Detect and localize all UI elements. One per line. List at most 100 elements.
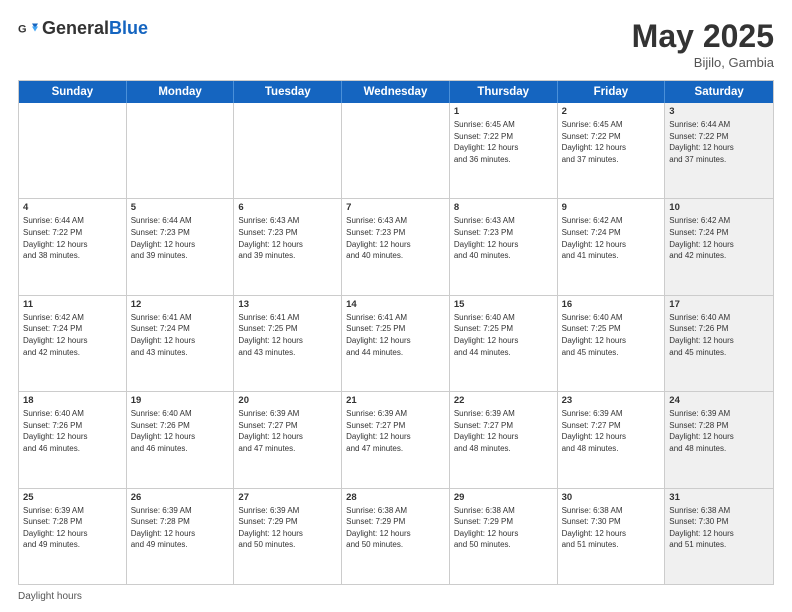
day-info: Sunrise: 6:38 AM Sunset: 7:29 PM Dayligh… [346, 505, 445, 551]
day-cell: 14Sunrise: 6:41 AM Sunset: 7:25 PM Dayli… [342, 296, 450, 391]
day-number: 7 [346, 202, 445, 213]
logo-blue: Blue [109, 18, 148, 38]
day-header-sunday: Sunday [19, 81, 127, 103]
day-info: Sunrise: 6:41 AM Sunset: 7:25 PM Dayligh… [238, 312, 337, 358]
logo-general: General [42, 18, 109, 38]
day-number: 31 [669, 492, 769, 503]
day-number: 10 [669, 202, 769, 213]
day-info: Sunrise: 6:40 AM Sunset: 7:26 PM Dayligh… [23, 408, 122, 454]
svg-text:G: G [18, 23, 27, 35]
day-number: 21 [346, 395, 445, 406]
day-info: Sunrise: 6:42 AM Sunset: 7:24 PM Dayligh… [562, 215, 661, 261]
week-row-5: 25 Sunrise: 6:39 AM Sunset: 7:28 PM Dayli… [19, 489, 773, 584]
day-cell: 4Sunrise: 6:44 AM Sunset: 7:22 PM Daylig… [19, 199, 127, 294]
day-info: Sunrise: 6:38 AM Sunset: 7:29 PM Dayligh… [454, 505, 553, 551]
day-number: 13 [238, 299, 337, 310]
logo-icon: G [18, 19, 38, 39]
day-number: 15 [454, 299, 553, 310]
day-cell: 18 Sunrise: 6:40 AM Sunset: 7:26 PM Dayli… [19, 392, 127, 487]
day-info: Sunrise: 6:40 AM Sunset: 7:25 PM Dayligh… [454, 312, 553, 358]
day-header-saturday: Saturday [665, 81, 773, 103]
day-number: 22 [454, 395, 553, 406]
day-number: 23 [562, 395, 661, 406]
day-info: Sunrise: 6:43 AM Sunset: 7:23 PM Dayligh… [454, 215, 553, 261]
day-info: Sunrise: 6:39 AM Sunset: 7:28 PM Dayligh… [23, 505, 122, 551]
day-number: 18 [23, 395, 122, 406]
day-number: 30 [562, 492, 661, 503]
day-cell: 31Sunrise: 6:38 AM Sunset: 7:30 PM Dayli… [665, 489, 773, 584]
day-info: Sunrise: 6:39 AM Sunset: 7:27 PM Dayligh… [454, 408, 553, 454]
day-info: Sunrise: 6:39 AM Sunset: 7:28 PM Dayligh… [669, 408, 769, 454]
day-cell: 20 Sunrise: 6:39 AM Sunset: 7:27 PM Dayli… [234, 392, 342, 487]
day-number: 6 [238, 202, 337, 213]
title-block: May 2025 Bijilo, Gambia [632, 18, 774, 70]
day-info: Sunrise: 6:38 AM Sunset: 7:30 PM Dayligh… [562, 505, 661, 551]
page: G GeneralBlue May 2025 Bijilo, Gambia Su… [0, 0, 792, 612]
day-number: 26 [131, 492, 230, 503]
week-row-2: 4Sunrise: 6:44 AM Sunset: 7:22 PM Daylig… [19, 199, 773, 295]
week-row-4: 18 Sunrise: 6:40 AM Sunset: 7:26 PM Dayli… [19, 392, 773, 488]
day-number: 24 [669, 395, 769, 406]
day-cell: 21 Sunrise: 6:39 AM Sunset: 7:27 PM Dayli… [342, 392, 450, 487]
day-info: Sunrise: 6:40 AM Sunset: 7:26 PM Dayligh… [131, 408, 230, 454]
day-cell: 5Sunrise: 6:44 AM Sunset: 7:23 PM Daylig… [127, 199, 235, 294]
day-info: Sunrise: 6:39 AM Sunset: 7:27 PM Dayligh… [346, 408, 445, 454]
header: G GeneralBlue May 2025 Bijilo, Gambia [18, 18, 774, 70]
day-number: 4 [23, 202, 122, 213]
day-number: 16 [562, 299, 661, 310]
day-cell: 30 Sunrise: 6:38 AM Sunset: 7:30 PM Dayli… [558, 489, 666, 584]
day-cell: 17 Sunrise: 6:40 AM Sunset: 7:26 PM Dayli… [665, 296, 773, 391]
calendar-location: Bijilo, Gambia [632, 55, 774, 70]
footer: Daylight hours [18, 591, 774, 602]
day-cell [234, 103, 342, 198]
day-info: Sunrise: 6:40 AM Sunset: 7:26 PM Dayligh… [669, 312, 769, 358]
day-cell: 1Sunrise: 6:45 AM Sunset: 7:22 PM Daylig… [450, 103, 558, 198]
day-cell: 6Sunrise: 6:43 AM Sunset: 7:23 PM Daylig… [234, 199, 342, 294]
day-cell: 13 Sunrise: 6:41 AM Sunset: 7:25 PM Dayli… [234, 296, 342, 391]
day-info: Sunrise: 6:41 AM Sunset: 7:25 PM Dayligh… [346, 312, 445, 358]
week-row-3: 11 Sunrise: 6:42 AM Sunset: 7:24 PM Dayli… [19, 296, 773, 392]
calendar-body: 1Sunrise: 6:45 AM Sunset: 7:22 PM Daylig… [19, 103, 773, 584]
day-info: Sunrise: 6:41 AM Sunset: 7:24 PM Dayligh… [131, 312, 230, 358]
day-cell: 10Sunrise: 6:42 AM Sunset: 7:24 PM Dayli… [665, 199, 773, 294]
day-cell [127, 103, 235, 198]
day-number: 25 [23, 492, 122, 503]
day-number: 8 [454, 202, 553, 213]
day-info: Sunrise: 6:39 AM Sunset: 7:29 PM Dayligh… [238, 505, 337, 551]
day-cell: 12 Sunrise: 6:41 AM Sunset: 7:24 PM Dayli… [127, 296, 235, 391]
day-cell: 19Sunrise: 6:40 AM Sunset: 7:26 PM Dayli… [127, 392, 235, 487]
day-number: 20 [238, 395, 337, 406]
day-info: Sunrise: 6:40 AM Sunset: 7:25 PM Dayligh… [562, 312, 661, 358]
calendar: SundayMondayTuesdayWednesdayThursdayFrid… [18, 80, 774, 585]
day-info: Sunrise: 6:39 AM Sunset: 7:27 PM Dayligh… [238, 408, 337, 454]
day-info: Sunrise: 6:44 AM Sunset: 7:23 PM Dayligh… [131, 215, 230, 261]
day-number: 28 [346, 492, 445, 503]
day-cell: 24 Sunrise: 6:39 AM Sunset: 7:28 PM Dayli… [665, 392, 773, 487]
day-header-monday: Monday [127, 81, 235, 103]
day-number: 17 [669, 299, 769, 310]
day-info: Sunrise: 6:44 AM Sunset: 7:22 PM Dayligh… [669, 119, 769, 165]
day-header-thursday: Thursday [450, 81, 558, 103]
day-info: Sunrise: 6:39 AM Sunset: 7:27 PM Dayligh… [562, 408, 661, 454]
day-headers-row: SundayMondayTuesdayWednesdayThursdayFrid… [19, 81, 773, 103]
day-cell: 3Sunrise: 6:44 AM Sunset: 7:22 PM Daylig… [665, 103, 773, 198]
daylight-label: Daylight hours [18, 591, 82, 602]
day-header-friday: Friday [558, 81, 666, 103]
calendar-title: May 2025 [632, 18, 774, 55]
day-info: Sunrise: 6:43 AM Sunset: 7:23 PM Dayligh… [346, 215, 445, 261]
day-info: Sunrise: 6:42 AM Sunset: 7:24 PM Dayligh… [23, 312, 122, 358]
day-cell: 2Sunrise: 6:45 AM Sunset: 7:22 PM Daylig… [558, 103, 666, 198]
day-info: Sunrise: 6:39 AM Sunset: 7:28 PM Dayligh… [131, 505, 230, 551]
day-number: 27 [238, 492, 337, 503]
day-cell: 7 Sunrise: 6:43 AM Sunset: 7:23 PM Daylig… [342, 199, 450, 294]
day-cell: 26 Sunrise: 6:39 AM Sunset: 7:28 PM Dayli… [127, 489, 235, 584]
day-cell [19, 103, 127, 198]
day-cell [342, 103, 450, 198]
day-number: 11 [23, 299, 122, 310]
day-cell: 15 Sunrise: 6:40 AM Sunset: 7:25 PM Dayli… [450, 296, 558, 391]
day-cell: 23 Sunrise: 6:39 AM Sunset: 7:27 PM Dayli… [558, 392, 666, 487]
day-header-tuesday: Tuesday [234, 81, 342, 103]
day-number: 12 [131, 299, 230, 310]
day-cell: 16 Sunrise: 6:40 AM Sunset: 7:25 PM Dayli… [558, 296, 666, 391]
day-cell: 11 Sunrise: 6:42 AM Sunset: 7:24 PM Dayli… [19, 296, 127, 391]
